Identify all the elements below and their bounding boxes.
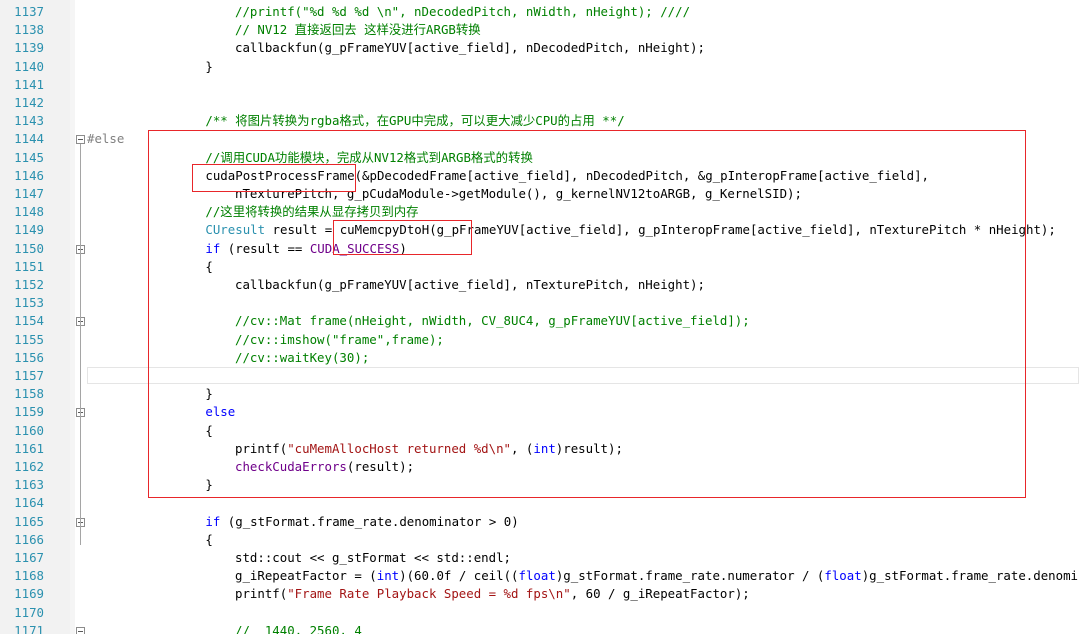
line-number: 1171 [14,622,44,634]
line-number: 1145 [14,149,44,165]
code-token: int [376,568,400,584]
line-number: 1146 [14,167,44,183]
code-line[interactable]: 1140} [14,58,1079,76]
code-token: (g_stFormat.frame_rate.denominator > 0) [220,513,519,529]
line-number: 1141 [14,76,44,92]
code-token: )(60.0f / ceil(( [399,568,519,584]
line-number: 1144 [14,131,44,147]
line-number: 1153 [14,295,44,311]
code-line[interactable]: 1167 std::cout << g_stFormat << std::endl… [14,549,1079,567]
code-text: /** 将图片转换为rgba格式，在GPU中完成，可以更大减少CPU的占用 **… [205,112,624,130]
code-text: std::cout << g_stFormat << std::endl; [235,549,511,567]
code-line[interactable]: 1168 g_iRepeatFactor = (int)(60.0f / ceil… [14,567,1079,585]
code-token: // 1440, 2560, 4 [235,622,362,634]
line-number: 1150 [14,240,44,256]
code-token: )g_stFormat.frame_rate.denomin [861,568,1079,584]
code-editor[interactable]: 1137 //printf("%d %d %d \n", nDecodedPitc… [0,0,1079,634]
code-text: // 1440, 2560, 4 [235,622,362,634]
line-number: 1152 [14,277,44,292]
code-line[interactable]: 1165 if (g_stFormat.frame_rate.denominato… [14,513,1079,531]
code-text: printf("Frame Rate Playback Speed = %d f… [235,585,750,603]
line-number: 1137 [14,4,44,19]
line-number: 1154 [14,313,44,329]
line-number: 1169 [14,586,44,602]
line-number: 1148 [14,204,44,220]
code-text: g_iRepeatFactor = (int)(60.0f / ceil((fl… [235,567,1079,585]
line-number: 1162 [14,459,44,474]
code-line[interactable]: 1143 /** 将图片转换为rgba格式，在GPU中完成，可以更大减少CPU的占… [14,112,1079,130]
line-number: 1138 [14,22,44,38]
code-token: float [824,568,862,584]
line-number: 1142 [14,95,44,110]
code-token: g_iRepeatFactor = ( [235,568,377,584]
annotation-box-cuMemcpyDtoH [333,220,472,255]
code-line[interactable]: 1142 [14,94,1079,112]
code-text: #else [87,130,124,148]
code-token: , 60 / g_iRepeatFactor); [570,586,750,602]
line-number: 1170 [14,604,44,620]
line-number: 1155 [14,331,44,347]
code-token: // NV12 直接返回去 这样没进行ARGB转换 [235,22,481,38]
line-number: 1140 [14,58,44,74]
code-token: callbackfun(g_pFrameYUV[active_field], n… [235,40,705,56]
outline-guide-line [80,144,81,545]
line-number: 1147 [14,186,44,201]
code-text: // NV12 直接返回去 这样没进行ARGB转换 [235,21,481,39]
line-number: 1159 [14,404,44,420]
line-number: 1165 [14,513,44,529]
code-token: printf( [235,586,288,602]
code-token: )g_stFormat.frame_rate.numerator / ( [555,568,825,584]
line-number: 1166 [14,531,44,547]
code-text: callbackfun(g_pFrameYUV[active_field], n… [235,39,705,57]
line-number: 1168 [14,568,44,584]
line-number: 1157 [14,368,44,383]
line-number: 1158 [14,386,44,402]
code-line[interactable]: 1170 [14,604,1079,622]
fold-toggle-icon[interactable] [76,626,85,634]
line-number: 1156 [14,349,44,365]
code-text: } [205,58,212,76]
code-token: /** 将图片转换为rgba格式，在GPU中完成，可以更大减少CPU的占用 **… [205,113,625,129]
code-text: //printf("%d %d %d \n", nDecodedPitch, n… [235,3,690,21]
code-line[interactable]: 1169 printf("Frame Rate Playback Speed = … [14,585,1079,603]
line-number: 1167 [14,550,44,565]
line-number: 1161 [14,440,44,456]
code-token: //printf("%d %d %d \n", nDecodedPitch, n… [235,4,691,19]
code-token: { [205,531,213,547]
code-token: if [205,513,221,529]
code-token: } [205,58,213,74]
line-number: 1149 [14,222,44,238]
code-token: float [518,568,556,584]
code-text: { [205,531,212,549]
line-number: 1164 [14,495,44,511]
code-text: if (g_stFormat.frame_rate.denominator > … [205,513,518,531]
code-line[interactable]: 1139 callbackfun(g_pFrameYUV[active_field… [14,39,1079,57]
line-number: 1139 [14,40,44,56]
code-line[interactable]: 1171 // 1440, 2560, 4 [14,622,1079,634]
line-number: 1160 [14,422,44,438]
line-number: 1151 [14,258,44,274]
code-line[interactable]: 1138 // NV12 直接返回去 这样没进行ARGB转换 [14,21,1079,39]
code-token: "Frame Rate Playback Speed = %d fps\n" [287,586,571,602]
annotation-box-cudaPostProcessFrame [192,164,356,192]
code-line[interactable]: 1141 [14,76,1079,94]
code-line[interactable]: 1166 { [14,531,1079,549]
code-token: std::cout << g_stFormat << std::endl; [235,550,512,565]
fold-toggle-icon[interactable] [76,135,85,145]
line-number: 1163 [14,477,44,493]
code-token: #else [87,131,125,147]
code-line[interactable]: 1137 //printf("%d %d %d \n", nDecodedPitc… [14,3,1079,21]
line-number: 1143 [14,113,44,129]
